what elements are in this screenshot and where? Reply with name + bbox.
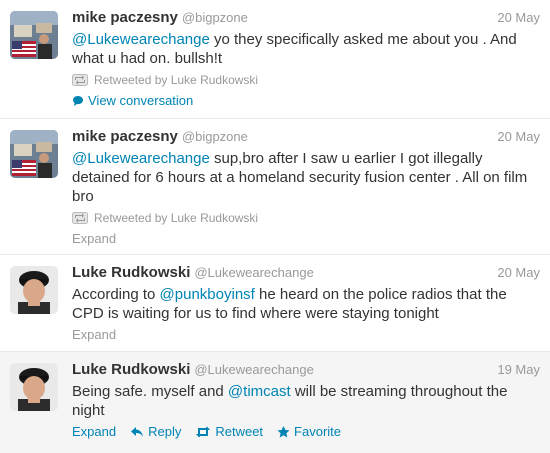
favorite-button[interactable]: Favorite [277, 424, 341, 439]
expand-link[interactable]: Expand [72, 231, 116, 246]
avatar[interactable] [10, 11, 58, 59]
tweet-timestamp[interactable]: 20 May [497, 265, 540, 280]
mention-link[interactable]: @timcast [228, 383, 291, 400]
retweeted-by-label[interactable]: Retweeted by Luke Rudkowski [94, 211, 258, 225]
tweet-item[interactable]: Luke Rudkowski @Lukewearechange 19 May Be… [0, 352, 550, 453]
retweet-context: Retweeted by Luke Rudkowski [72, 209, 540, 227]
mention-link[interactable]: @punkboyinsf [160, 286, 255, 303]
avatar[interactable] [10, 266, 58, 314]
avatar[interactable] [10, 363, 58, 411]
retweeted-by-label[interactable]: Retweeted by Luke Rudkowski [94, 73, 258, 87]
tweet-fullname[interactable]: Luke Rudkowski [72, 361, 190, 378]
favorite-label: Favorite [294, 424, 342, 439]
star-icon [277, 425, 290, 437]
tweet-content: mike paczesny @bigpzone 20 May @Lukeweare… [72, 9, 540, 108]
reply-label: Reply [148, 424, 182, 439]
retweet-button[interactable]: Retweet [195, 424, 263, 439]
tweet-timestamp[interactable]: 19 May [497, 362, 540, 377]
tweet-username[interactable]: @Lukewearechange [194, 265, 313, 280]
retweet-icon [72, 212, 88, 224]
tweet-text: Being safe. myself and @timcast will be … [72, 382, 540, 420]
tweet-item[interactable]: mike paczesny @bigpzone 20 May @Lukeweare… [0, 119, 550, 255]
tweet-fullname[interactable]: mike paczesny [72, 128, 178, 145]
tweet-header: mike paczesny @bigpzone 20 May [72, 9, 540, 29]
conversation-icon [73, 95, 83, 106]
view-conversation-link[interactable]: View conversation [72, 93, 540, 108]
avatar[interactable] [10, 130, 58, 178]
tweet-content: Luke Rudkowski @Lukewearechange 20 May Ac… [72, 264, 540, 342]
tweet-header: Luke Rudkowski @Lukewearechange 20 May [72, 264, 540, 284]
expand-link[interactable]: Expand [72, 327, 116, 342]
retweet-context: Retweeted by Luke Rudkowski [72, 71, 540, 89]
tweet-content: Luke Rudkowski @Lukewearechange 19 May Be… [72, 361, 540, 439]
tweet-header: mike paczesny @bigpzone 20 May [72, 128, 540, 148]
tweet-fullname[interactable]: mike paczesny [72, 9, 178, 26]
tweet-actions: Expand [72, 231, 540, 246]
expand-link[interactable]: Expand [72, 424, 116, 439]
tweet-timestamp[interactable]: 20 May [497, 10, 540, 25]
reply-icon [131, 426, 144, 437]
reply-button[interactable]: Reply [130, 424, 181, 439]
tweet-username[interactable]: @bigpzone [182, 129, 248, 144]
tweet-item[interactable]: mike paczesny @bigpzone 20 May @Lukeweare… [0, 0, 550, 119]
view-conversation-label: View conversation [88, 93, 194, 108]
tweet-text-body: According to [72, 286, 160, 303]
tweet-text: @Lukewearechange sup,bro after I saw u e… [72, 149, 540, 206]
tweet-header: Luke Rudkowski @Lukewearechange 19 May [72, 361, 540, 381]
tweet-text-body: Being safe. myself and [72, 383, 228, 400]
mention-link[interactable]: @Lukewearechange [72, 150, 210, 167]
retweet-icon [72, 74, 88, 86]
tweet-username[interactable]: @bigpzone [182, 10, 248, 25]
tweet-text: According to @punkboyinsf he heard on th… [72, 285, 540, 323]
tweet-actions: Expand [72, 327, 540, 342]
tweet-text: @Lukewearechange yo they specifically as… [72, 30, 540, 68]
retweet-label: Retweet [215, 424, 264, 439]
tweet-feed: mike paczesny @bigpzone 20 May @Lukeweare… [0, 0, 550, 453]
retweet-icon [196, 426, 211, 437]
tweet-username[interactable]: @Lukewearechange [194, 362, 313, 377]
tweet-content: mike paczesny @bigpzone 20 May @Lukeweare… [72, 128, 540, 246]
mention-link[interactable]: @Lukewearechange [72, 31, 210, 48]
tweet-item[interactable]: Luke Rudkowski @Lukewearechange 20 May Ac… [0, 255, 550, 352]
tweet-fullname[interactable]: Luke Rudkowski [72, 264, 190, 281]
tweet-actions: Expand Reply Retweet Favorite [72, 424, 540, 439]
tweet-timestamp[interactable]: 20 May [497, 129, 540, 144]
